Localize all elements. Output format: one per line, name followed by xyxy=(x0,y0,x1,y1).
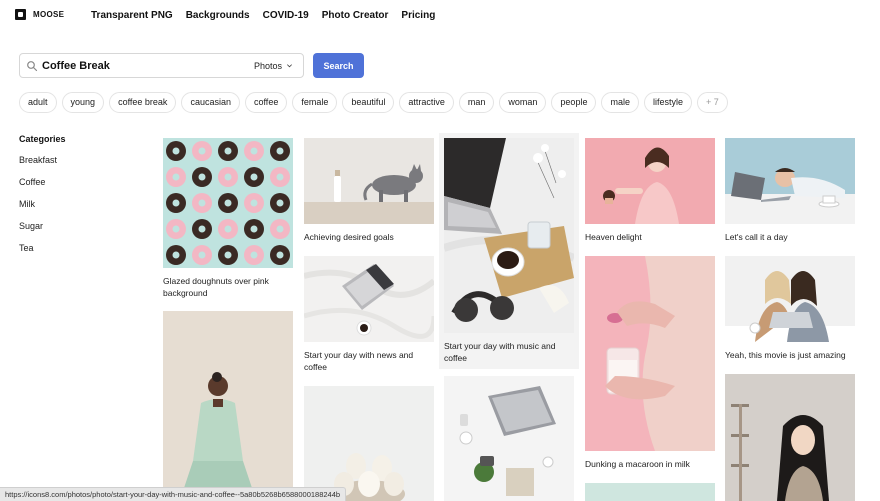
photo-image[interactable] xyxy=(304,138,434,224)
laptop-bed-photo xyxy=(304,256,434,342)
woman-long-hair-photo xyxy=(725,374,855,501)
search-input[interactable] xyxy=(42,59,242,72)
tag-coffee[interactable]: coffee xyxy=(244,92,288,113)
chevron-down-icon xyxy=(287,64,292,68)
woman-cupcake-photo xyxy=(585,138,715,224)
photo-image[interactable] xyxy=(163,138,293,268)
search-box: Photos xyxy=(19,53,304,78)
tag-man[interactable]: man xyxy=(458,92,495,113)
photo-card[interactable]: Yeah, this movie is just amazing xyxy=(725,256,855,361)
tag-male[interactable]: male xyxy=(601,92,639,113)
photo-image[interactable] xyxy=(444,376,574,501)
tag-female[interactable]: female xyxy=(292,92,338,113)
categories-title: Categories xyxy=(19,134,66,144)
photo-card[interactable]: Let's call it a day xyxy=(725,138,855,243)
photo-image[interactable] xyxy=(163,311,293,501)
tag-adult[interactable]: adult xyxy=(19,92,57,113)
photo-image[interactable] xyxy=(444,138,574,333)
tag-beautiful[interactable]: beautiful xyxy=(342,92,395,113)
laptop-headphones-coffee-photo xyxy=(444,138,574,333)
photo-card[interactable] xyxy=(725,374,855,501)
photo-card[interactable] xyxy=(444,376,574,501)
photo-caption: Heaven delight xyxy=(585,232,642,242)
categories-sidebar: Categories Breakfast Coffee Milk Sugar T… xyxy=(19,134,139,265)
laptop-flatlay-photo xyxy=(444,376,574,501)
doughnuts-photo xyxy=(163,138,293,268)
photo-card[interactable]: Glazed doughnuts over pink background xyxy=(163,138,293,299)
photo-image[interactable] xyxy=(725,374,855,501)
photo-image[interactable] xyxy=(304,386,434,501)
photo-card[interactable]: Start your day with news and coffee xyxy=(304,256,434,373)
photo-image[interactable] xyxy=(725,256,855,342)
nav-link-covid-19[interactable]: COVID-19 xyxy=(263,10,309,21)
tag-caucasian[interactable]: caucasian xyxy=(181,92,240,113)
nav-link-backgrounds[interactable]: Backgrounds xyxy=(186,10,250,21)
nav-link-pricing[interactable]: Pricing xyxy=(401,10,435,21)
photo-image[interactable] xyxy=(725,138,855,224)
category-breakfast[interactable]: Breakfast xyxy=(19,155,139,177)
search-icon xyxy=(27,60,38,71)
photo-caption: Glazed doughnuts over pink background xyxy=(163,276,269,298)
tag-coffee-break[interactable]: coffee break xyxy=(109,92,177,113)
tag-young[interactable]: young xyxy=(61,92,105,113)
cat-bottle-photo xyxy=(304,138,434,224)
search-button[interactable]: Search xyxy=(313,53,364,78)
photo-image[interactable] xyxy=(304,256,434,342)
nav-link-transparent-png[interactable]: Transparent PNG xyxy=(91,10,173,21)
eggs-bowl-photo xyxy=(304,386,434,501)
tag-woman[interactable]: woman xyxy=(499,92,547,113)
macaroon-milk-photo xyxy=(585,256,715,451)
photo-card-hovered[interactable]: Start your day with music and coffee xyxy=(444,138,574,364)
women-watching-movie-photo xyxy=(725,256,855,342)
man-asleep-laptop-photo xyxy=(725,138,855,224)
photo-card[interactable] xyxy=(585,483,715,501)
photo-card[interactable]: Heaven delight xyxy=(585,138,715,243)
moose-logo-icon xyxy=(15,9,26,20)
photo-image[interactable] xyxy=(585,483,715,501)
photo-caption: Achieving desired goals xyxy=(304,232,394,242)
tag-list: adult young coffee break caucasian coffe… xyxy=(19,92,728,113)
photo-card[interactable]: Achieving desired goals xyxy=(304,138,434,243)
mint-photo xyxy=(585,483,715,501)
photo-caption: Yeah, this movie is just amazing xyxy=(725,350,846,360)
tag-attractive[interactable]: attractive xyxy=(399,92,454,113)
photo-caption: Start your day with news and coffee xyxy=(304,350,414,372)
brand-logo[interactable]: MOOSE xyxy=(15,9,64,20)
photo-card[interactable] xyxy=(163,311,293,501)
search-type-label: Photos xyxy=(253,60,282,71)
photo-image[interactable] xyxy=(585,138,715,224)
photo-caption: Start your day with music and coffee xyxy=(444,341,556,363)
search-type-dropdown[interactable]: Photos xyxy=(254,61,293,71)
nav-link-photo-creator[interactable]: Photo Creator xyxy=(322,10,389,21)
category-milk[interactable]: Milk xyxy=(19,199,139,221)
tag-lifestyle[interactable]: lifestyle xyxy=(643,92,692,113)
top-navigation: MOOSE Transparent PNG Backgrounds COVID-… xyxy=(0,0,880,32)
status-bar-url: https://icons8.com/photos/photo/start-yo… xyxy=(0,487,347,501)
brand-name: MOOSE xyxy=(33,10,65,19)
photo-image[interactable] xyxy=(585,256,715,451)
category-coffee[interactable]: Coffee xyxy=(19,177,139,199)
photo-caption: Dunking a macaroon in milk xyxy=(585,459,690,469)
nav-links: Transparent PNG Backgrounds COVID-19 Pho… xyxy=(91,10,435,21)
photo-card[interactable] xyxy=(304,386,434,501)
category-tea[interactable]: Tea xyxy=(19,243,139,265)
photo-card[interactable]: Dunking a macaroon in milk xyxy=(585,256,715,470)
photo-caption: Let's call it a day xyxy=(725,232,788,242)
more-tags-button[interactable]: + 7 xyxy=(696,92,728,113)
tag-people[interactable]: people xyxy=(551,92,597,113)
woman-green-suit-photo xyxy=(163,311,293,501)
category-sugar[interactable]: Sugar xyxy=(19,221,139,243)
